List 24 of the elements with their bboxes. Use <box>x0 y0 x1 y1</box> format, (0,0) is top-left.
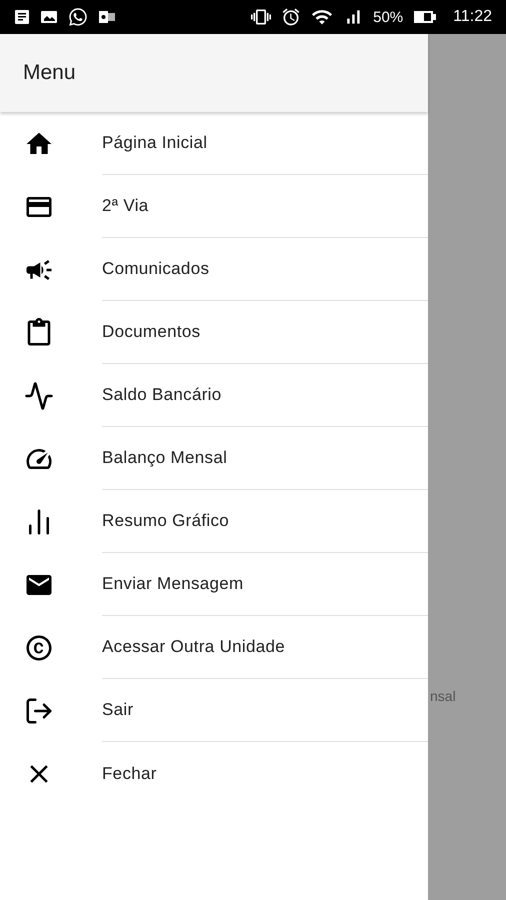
menu-item[interactable]: Página Inicial <box>102 133 208 153</box>
menu-item[interactable]: Documentos <box>102 322 200 342</box>
menu-item[interactable]: Acessar Outra Unidade <box>102 637 285 657</box>
exit-icon <box>24 696 54 726</box>
drawer-title: Menu <box>23 61 76 85</box>
menu-item[interactable]: Sair <box>102 700 134 720</box>
background-text: nsal <box>430 688 456 704</box>
vibrate-icon <box>251 7 272 27</box>
menu-item[interactable]: Balanço Mensal <box>102 448 228 468</box>
image-icon <box>40 10 58 24</box>
alarm-icon <box>281 7 302 27</box>
battery-icon <box>413 9 438 25</box>
chat-icon <box>68 7 88 27</box>
menu-item[interactable]: Comunicados <box>102 259 210 279</box>
clock-time: 11:22 <box>453 8 492 26</box>
pulse-icon <box>24 380 54 410</box>
menu-item[interactable]: Resumo Gráfico <box>102 511 230 531</box>
menu-item[interactable]: 2ª Via <box>102 196 149 216</box>
notification-icon <box>14 9 30 25</box>
menu-item[interactable]: Enviar Mensagem <box>102 574 244 594</box>
menu-item[interactable]: Saldo Bancário <box>102 385 222 405</box>
menu-item[interactable]: Fechar <box>102 764 157 784</box>
battery-percent: 50% <box>373 8 404 26</box>
mail-app-icon <box>98 9 116 25</box>
